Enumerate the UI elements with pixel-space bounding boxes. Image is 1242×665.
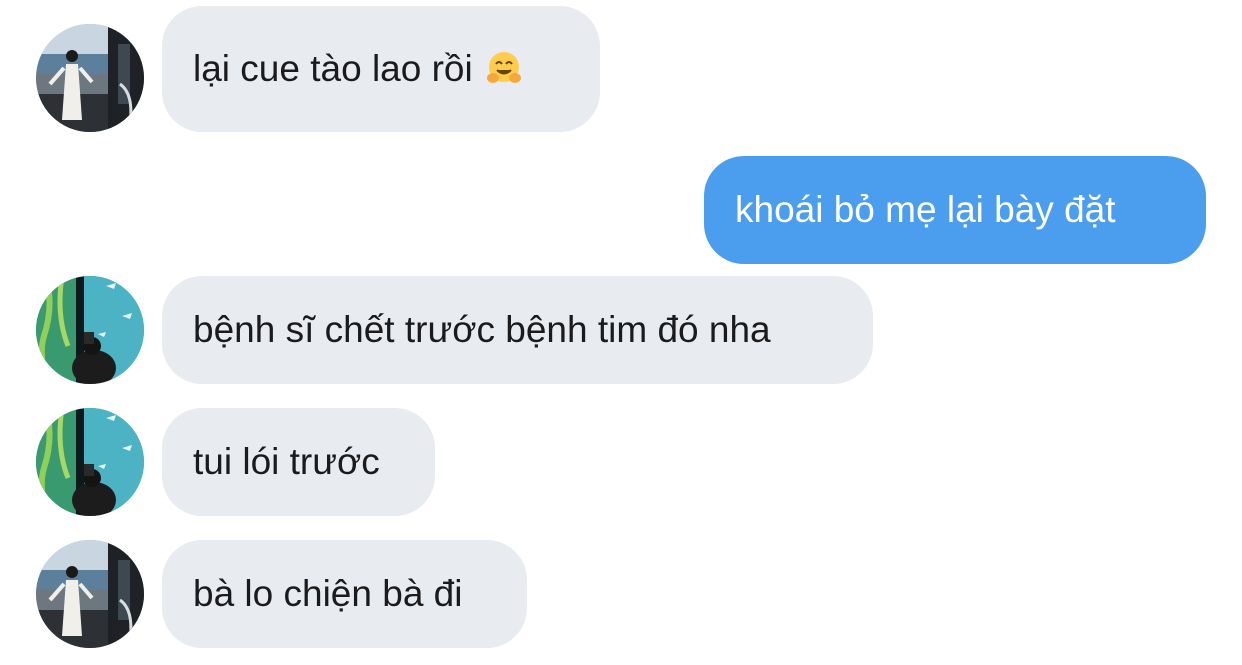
avatar[interactable] [36, 276, 144, 384]
message-bubble-incoming[interactable]: lại cue tào lao rồi [162, 6, 600, 132]
message-text: bà lo chiện bà đi [193, 573, 463, 614]
message-text: bệnh sĩ chết trước bệnh tim đó nha [193, 309, 771, 350]
city-girl-avatar-image [36, 540, 144, 648]
chat-thread: lại cue tào lao rồi khoái bỏ mẹ lại bày … [0, 0, 1242, 665]
aquarium-avatar-image [36, 276, 144, 384]
avatar[interactable] [36, 24, 144, 132]
avatar[interactable] [36, 408, 144, 516]
hugging-face-emoji-icon [485, 50, 523, 88]
avatar[interactable] [36, 540, 144, 648]
message-bubble-incoming[interactable]: bệnh sĩ chết trước bệnh tim đó nha [162, 276, 873, 384]
message-text: khoái bỏ mẹ lại bày đặt [735, 189, 1116, 230]
message-text: lại cue tào lao rồi [193, 48, 473, 89]
message-bubble-outgoing[interactable]: khoái bỏ mẹ lại bày đặt [704, 156, 1206, 264]
message-bubble-incoming[interactable]: bà lo chiện bà đi [162, 540, 527, 648]
message-text: tui lói trước [193, 441, 380, 482]
city-girl-avatar-image [36, 24, 144, 132]
aquarium-avatar-image [36, 408, 144, 516]
message-bubble-incoming[interactable]: tui lói trước [162, 408, 435, 516]
